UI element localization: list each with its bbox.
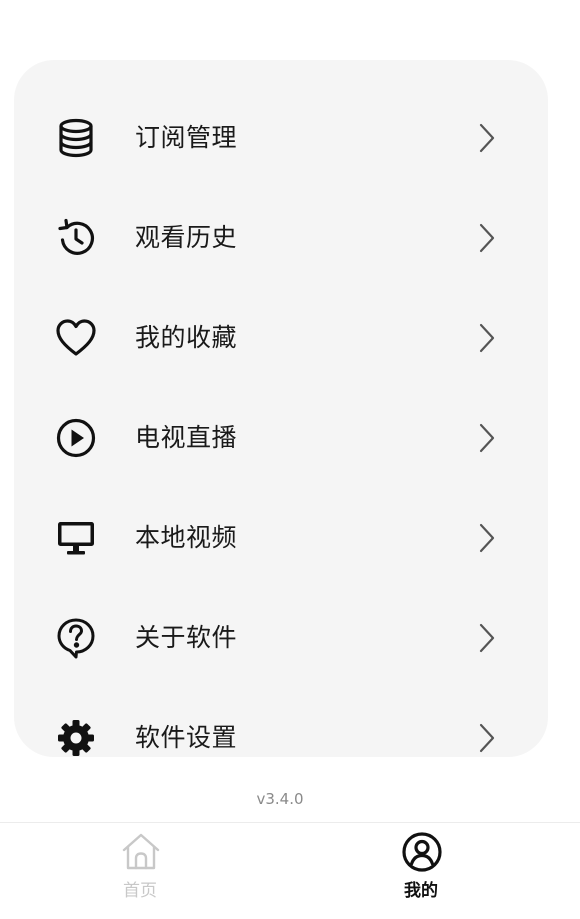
chevron-right-icon: [472, 522, 500, 554]
menu-card: 订阅管理 观看历史 我的收藏 电视直播 本地视频 关于软件 软件设置: [14, 60, 548, 757]
menu-item-label: 关于软件: [135, 623, 238, 652]
user-circle-icon: [401, 831, 443, 873]
tab-mine[interactable]: 我的: [351, 823, 491, 919]
play-circle-icon: [54, 416, 98, 460]
menu-item-local-videos[interactable]: 本地视频: [14, 488, 548, 588]
menu-item-watch-history[interactable]: 观看历史: [14, 188, 548, 288]
menu-item-label: 软件设置: [135, 723, 238, 752]
menu-item-label: 观看历史: [135, 223, 238, 252]
chevron-right-icon: [472, 122, 500, 154]
chevron-right-icon: [472, 222, 500, 254]
chevron-right-icon: [472, 422, 500, 454]
menu-item-label: 电视直播: [135, 423, 238, 452]
monitor-icon: [54, 516, 98, 560]
bottom-tab-bar: 首页 我的: [0, 822, 580, 919]
my-page-screen: 订阅管理 观看历史 我的收藏 电视直播 本地视频 关于软件 软件设置 v3.4.…: [0, 0, 580, 919]
menu-item-label: 我的收藏: [135, 323, 238, 352]
home-icon: [120, 831, 162, 873]
help-bubble-icon: [54, 616, 98, 660]
menu-item-favorites[interactable]: 我的收藏: [14, 288, 548, 388]
tab-home[interactable]: 首页: [70, 823, 210, 919]
menu-item-label: 本地视频: [135, 523, 238, 552]
app-version: v3.4.0: [256, 790, 304, 808]
history-icon: [54, 216, 98, 260]
menu-item-settings[interactable]: 软件设置: [14, 688, 548, 757]
database-icon: [54, 116, 98, 160]
chevron-right-icon: [472, 722, 500, 754]
menu-item-subscriptions[interactable]: 订阅管理: [14, 88, 548, 188]
tab-label: 首页: [123, 881, 157, 901]
menu-item-live-tv[interactable]: 电视直播: [14, 388, 548, 488]
menu-item-label: 订阅管理: [135, 123, 238, 152]
tab-label: 我的: [404, 881, 438, 901]
chevron-right-icon: [472, 322, 500, 354]
chevron-right-icon: [472, 622, 500, 654]
gear-icon: [54, 716, 98, 757]
menu-item-about[interactable]: 关于软件: [14, 588, 548, 688]
heart-icon: [54, 316, 98, 360]
